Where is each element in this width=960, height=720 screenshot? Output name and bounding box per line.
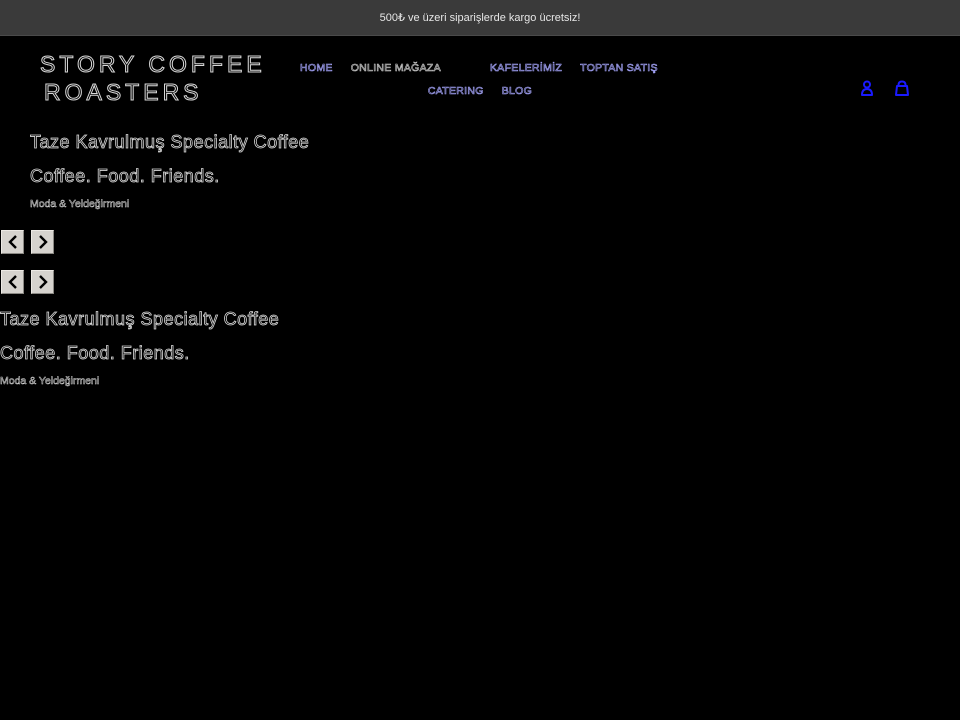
nav-row-1: HOME ONLINE MAĞAZA KAFELERİMİZ TOPTAN SA… <box>290 58 670 78</box>
account-button[interactable] <box>858 79 875 98</box>
nav-blog[interactable]: BLOG <box>493 85 541 98</box>
cart-button[interactable] <box>893 79 910 98</box>
hero-slide-2: Taze Kavrulmuş Specialty Coffee Coffee. … <box>0 308 279 388</box>
slider-prev-button[interactable] <box>1 230 24 254</box>
slider-next-button[interactable] <box>31 270 54 294</box>
nav-catering[interactable]: CATERING <box>419 85 493 98</box>
hero-location: Moda & Yeldeğirmeni <box>0 375 100 388</box>
slider-prev-button[interactable] <box>1 270 24 294</box>
chevron-right-icon <box>38 275 48 289</box>
chevron-left-icon <box>7 275 17 289</box>
logo-line-1: STORY COFFEE <box>40 51 266 78</box>
cart-icon <box>894 80 909 96</box>
hero-slide-1: Taze Kavrulmuş Specialty Coffee Coffee. … <box>30 131 310 211</box>
header-icons <box>858 79 910 98</box>
hero-subtitle: Coffee. Food. Friends. <box>0 343 190 364</box>
account-icon <box>860 80 873 96</box>
slider-next-button[interactable] <box>31 230 54 254</box>
slider-controls-2 <box>1 270 54 294</box>
nav-kafelerimiz[interactable]: KAFELERİMİZ <box>481 62 571 75</box>
logo-line-2: ROASTERS <box>44 79 203 106</box>
chevron-right-icon <box>38 235 48 249</box>
announcement-text: 500₺ ve üzeri siparişlerde kargo ücretsi… <box>379 12 581 24</box>
hero-subtitle: Coffee. Food. Friends. <box>30 166 220 187</box>
hero-location: Moda & Yeldeğirmeni <box>30 198 130 211</box>
nav-online-magaza[interactable]: ONLINE MAĞAZA <box>342 62 481 75</box>
slider-controls-1 <box>1 230 54 254</box>
main-navigation: HOME ONLINE MAĞAZA KAFELERİMİZ TOPTAN SA… <box>290 58 670 104</box>
logo[interactable]: STORY COFFEE ROASTERS <box>40 50 270 106</box>
chevron-left-icon <box>7 235 17 249</box>
hero-title: Taze Kavrulmuş Specialty Coffee <box>30 132 310 153</box>
announcement-bar: 500₺ ve üzeri siparişlerde kargo ücretsi… <box>0 0 960 36</box>
nav-home[interactable]: HOME <box>290 62 342 75</box>
nav-toptan-satis[interactable]: TOPTAN SATIŞ <box>571 62 667 75</box>
nav-row-2: CATERING BLOG <box>290 81 670 101</box>
hero-title: Taze Kavrulmuş Specialty Coffee <box>0 309 280 330</box>
